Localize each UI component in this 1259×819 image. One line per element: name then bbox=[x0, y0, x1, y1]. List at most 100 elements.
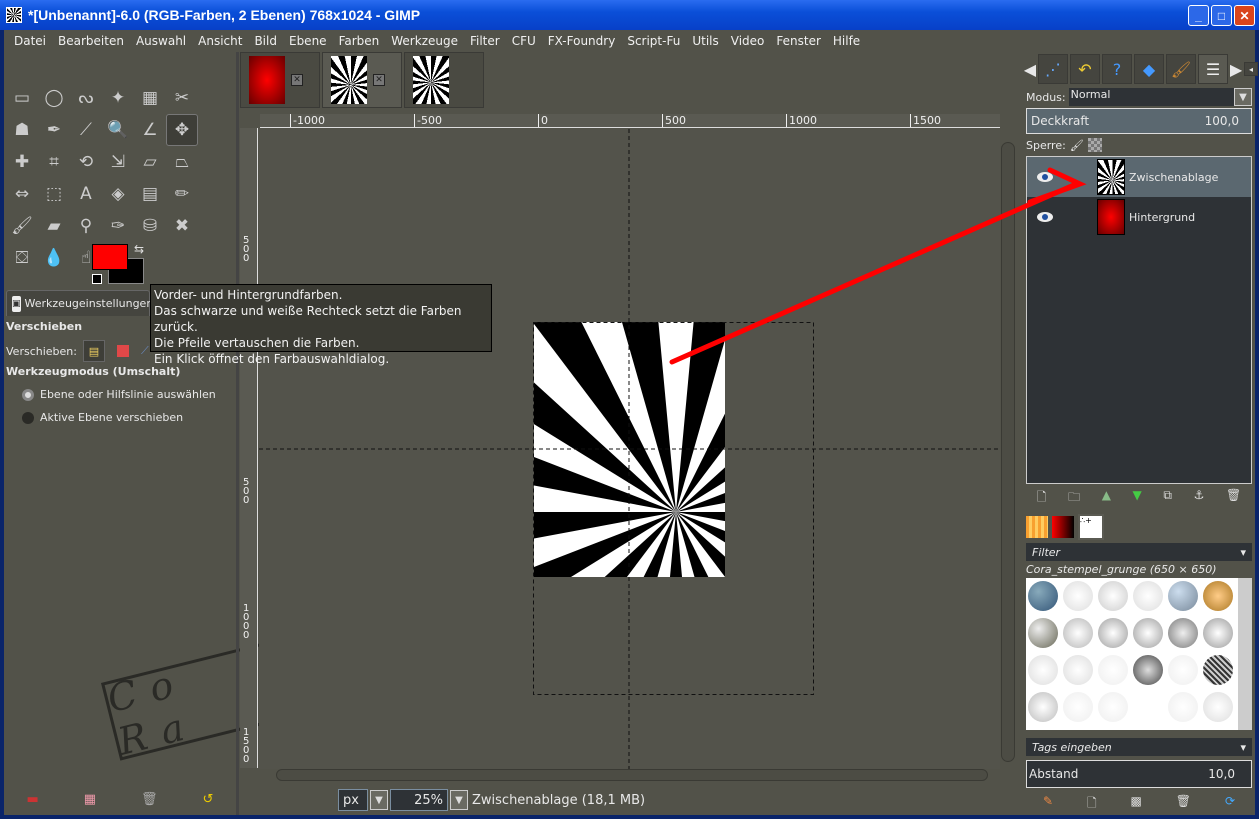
menu-ebene[interactable]: Ebene bbox=[283, 34, 333, 48]
brush-item[interactable] bbox=[1131, 578, 1165, 614]
panel-divider[interactable] bbox=[236, 52, 239, 815]
pencil-icon[interactable]: ✏ bbox=[166, 178, 198, 210]
brush-scrollbar[interactable] bbox=[1238, 578, 1252, 730]
image-tab-starburst-2[interactable] bbox=[404, 52, 484, 108]
visibility-eye-icon[interactable] bbox=[1037, 172, 1053, 182]
minimize-button[interactable]: _ bbox=[1188, 5, 1209, 26]
unit-dropdown-icon[interactable]: ▼ bbox=[370, 790, 388, 810]
brush-item[interactable] bbox=[1131, 615, 1165, 651]
brush-item[interactable] bbox=[1201, 578, 1235, 614]
brush-item[interactable] bbox=[1166, 689, 1200, 725]
bucket-fill-icon[interactable]: ◈ bbox=[102, 178, 134, 210]
lock-pixels-icon[interactable]: 🖌 bbox=[1070, 139, 1084, 152]
rotate-icon[interactable]: ⟲ bbox=[70, 146, 102, 178]
paths-icon[interactable]: ✒ bbox=[38, 114, 70, 146]
ink-icon[interactable]: ✑ bbox=[102, 210, 134, 242]
fuzzy-select-icon[interactable]: ✦ bbox=[102, 82, 134, 114]
menu-utils[interactable]: Utils bbox=[686, 34, 724, 48]
new-layer-icon[interactable]: 🗋 bbox=[1037, 488, 1047, 509]
brush-item[interactable] bbox=[1026, 578, 1060, 614]
brush-filter[interactable]: Filter ▾ bbox=[1026, 543, 1252, 561]
raise-layer-icon[interactable]: ▲ bbox=[1102, 488, 1111, 509]
foreground-color-swatch[interactable] bbox=[92, 244, 128, 270]
horizontal-scrollbar[interactable] bbox=[276, 769, 988, 781]
menu-werkzeuge[interactable]: Werkzeuge bbox=[385, 34, 464, 48]
zoom-icon[interactable]: 🔍 bbox=[102, 114, 134, 146]
new-layer-group-icon[interactable]: 🗀 bbox=[1068, 488, 1080, 509]
layer-item[interactable]: Zwischenablage bbox=[1027, 157, 1251, 197]
save-options-icon[interactable]: ▬ bbox=[26, 792, 38, 807]
menu-bearbeiten[interactable]: Bearbeiten bbox=[52, 34, 130, 48]
move-selection-icon[interactable] bbox=[116, 345, 129, 357]
horizontal-ruler[interactable]: -1000 -500 0 500 1000 1500 bbox=[260, 114, 1000, 128]
tab-gradients[interactable] bbox=[1052, 516, 1074, 538]
brush-item[interactable] bbox=[1061, 615, 1095, 651]
rect-select-icon[interactable]: ▭ bbox=[6, 82, 38, 114]
heal-icon[interactable]: ✖ bbox=[166, 210, 198, 242]
tags-dropdown-icon[interactable]: ▾ bbox=[1240, 741, 1246, 754]
image-canvas[interactable] bbox=[259, 129, 1000, 769]
clone-icon[interactable]: ⛁ bbox=[134, 210, 166, 242]
move-icon[interactable]: ✥ bbox=[166, 114, 198, 146]
delete-options-icon[interactable]: 🗑 bbox=[141, 792, 158, 807]
brush-item[interactable] bbox=[1096, 578, 1130, 614]
close-tab-icon[interactable]: ✕ bbox=[291, 74, 303, 86]
brush-item[interactable] bbox=[1026, 615, 1060, 651]
text-icon[interactable]: A bbox=[70, 178, 102, 210]
image-tab-starburst[interactable]: ✕ bbox=[322, 52, 402, 108]
brush-item[interactable] bbox=[1131, 689, 1165, 725]
tab-layers[interactable]: ☰ bbox=[1198, 54, 1228, 84]
tags-input[interactable]: Tags eingeben ▾ bbox=[1026, 738, 1252, 756]
refresh-brushes-icon[interactable]: ⟳ bbox=[1225, 794, 1235, 815]
shear-icon[interactable]: ▱ bbox=[134, 146, 166, 178]
move-path-icon[interactable]: ⟋ bbox=[141, 344, 149, 358]
menu-script-fu[interactable]: Script-Fu bbox=[621, 34, 686, 48]
menu-auswahl[interactable]: Auswahl bbox=[130, 34, 192, 48]
zoom-dropdown-icon[interactable]: ▼ bbox=[450, 790, 468, 810]
spacing-slider[interactable]: Abstand 10,0 bbox=[1026, 760, 1252, 788]
maximize-button[interactable]: □ bbox=[1211, 5, 1232, 26]
mode-radio-pick[interactable]: Ebene oder Hilfslinie auswählen bbox=[22, 388, 216, 401]
color-select-icon[interactable]: ▦ bbox=[134, 82, 166, 114]
brush-item[interactable] bbox=[1166, 652, 1200, 688]
brush-item[interactable] bbox=[1201, 652, 1235, 688]
brush-item[interactable] bbox=[1166, 615, 1200, 651]
menu-bild[interactable]: Bild bbox=[248, 34, 283, 48]
tab-channels[interactable]: ◆ bbox=[1134, 54, 1164, 84]
zoom-select[interactable]: 25% bbox=[390, 789, 448, 811]
close-tab-icon[interactable]: ✕ bbox=[373, 74, 385, 86]
color-picker-icon[interactable]: ⟋ bbox=[70, 114, 102, 146]
vertical-ruler[interactable]: 500 500 1000 1500 bbox=[240, 128, 258, 768]
brush-item[interactable] bbox=[1131, 652, 1165, 688]
ellipse-select-icon[interactable]: ◯ bbox=[38, 82, 70, 114]
scroll-right-icon[interactable]: ▶ bbox=[1230, 54, 1242, 84]
menu-filter[interactable]: Filter bbox=[464, 34, 506, 48]
image-tab-red[interactable]: ✕ bbox=[240, 52, 320, 108]
scissors-icon[interactable]: ✂ bbox=[166, 82, 198, 114]
brush-item[interactable] bbox=[1061, 689, 1095, 725]
mode-radio-active[interactable]: Aktive Ebene verschieben bbox=[22, 411, 183, 424]
scroll-left-icon[interactable]: ◀ bbox=[1024, 54, 1036, 84]
airbrush-icon[interactable]: ⚲ bbox=[70, 210, 102, 242]
menu-fenster[interactable]: Fenster bbox=[770, 34, 827, 48]
brush-item[interactable] bbox=[1026, 689, 1060, 725]
align-icon[interactable]: ✚ bbox=[6, 146, 38, 178]
menu-hilfe[interactable]: Hilfe bbox=[827, 34, 866, 48]
delete-brush-icon[interactable]: 🗑 bbox=[1176, 794, 1191, 815]
brush-item[interactable] bbox=[1096, 615, 1130, 651]
flip-icon[interactable]: ⇔ bbox=[6, 178, 38, 210]
brush-item[interactable] bbox=[1096, 689, 1130, 725]
brush-item[interactable] bbox=[1061, 652, 1095, 688]
brush-grid[interactable] bbox=[1026, 578, 1238, 730]
paintbrush-icon[interactable]: 🖌 bbox=[6, 210, 38, 242]
opacity-slider[interactable]: Deckkraft 100,0 bbox=[1026, 108, 1252, 134]
perspective-clone-icon[interactable]: ⛋ bbox=[6, 242, 38, 274]
measure-icon[interactable]: ∠ bbox=[134, 114, 166, 146]
reset-colors-icon[interactable] bbox=[92, 274, 102, 284]
brush-item[interactable] bbox=[1201, 615, 1235, 651]
brush-item[interactable] bbox=[1096, 652, 1130, 688]
eraser-icon[interactable]: ▰ bbox=[38, 210, 70, 242]
duplicate-layer-icon[interactable]: ⧉ bbox=[1163, 488, 1172, 509]
tab-tool-options[interactable]: ▣ Werkzeugeinstellungen bbox=[6, 290, 153, 316]
menu-farben[interactable]: Farben bbox=[333, 34, 386, 48]
